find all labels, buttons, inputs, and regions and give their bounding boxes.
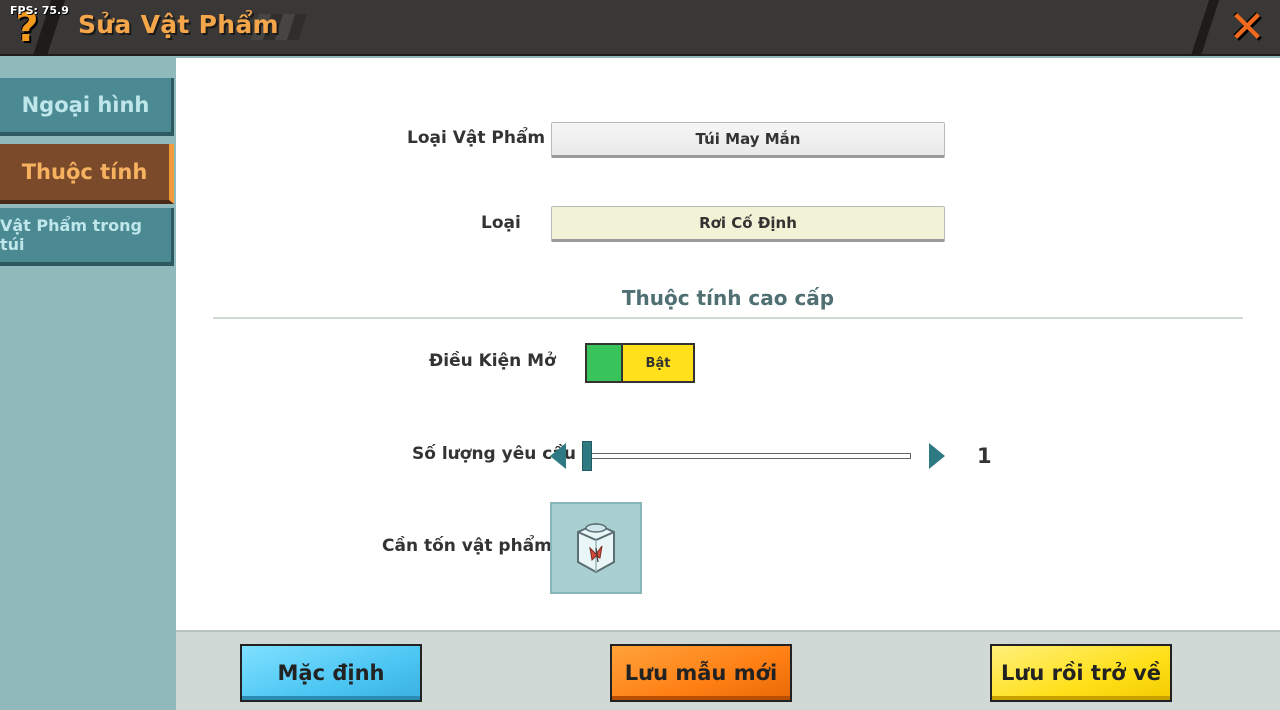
- fps-counter: FPS: 75.9: [10, 4, 69, 17]
- section-divider: [213, 317, 1243, 319]
- type-label: Loại: [481, 213, 521, 233]
- close-icon[interactable]: ✕: [1224, 6, 1270, 50]
- item-type-value: Túi May Mắn: [695, 130, 801, 148]
- increase-arrow-icon[interactable]: [929, 443, 945, 469]
- toggle-on-indicator: [587, 345, 621, 381]
- toggle-on-label: Bật: [645, 355, 671, 371]
- unlock-condition-label: Điều Kiện Mở: [429, 351, 556, 371]
- unlock-condition-toggle[interactable]: Bật: [585, 343, 695, 383]
- main-panel: Loại Vật Phẩm Túi May Mắn Loại Rơi Cố Đị…: [176, 58, 1280, 630]
- tab-label: Ngoại hình: [21, 93, 150, 117]
- header-stripe: [1190, 0, 1220, 56]
- tab-label: Thuộc tính: [21, 160, 148, 184]
- tab-appearance[interactable]: Ngoại hình: [0, 78, 174, 136]
- quantity-slider-handle[interactable]: [582, 441, 592, 471]
- default-button[interactable]: Mặc định: [240, 644, 422, 702]
- save-and-return-button[interactable]: Lưu rồi trở về: [990, 644, 1172, 702]
- page-title: Sửa Vật Phẩm: [78, 10, 279, 39]
- type-select[interactable]: Rơi Cố Định: [551, 206, 945, 242]
- tab-label: Vật Phẩm trong túi: [0, 216, 142, 254]
- save-template-button-label: Lưu mẫu mới: [624, 661, 778, 685]
- section-title-advanced: Thuộc tính cao cấp: [621, 286, 835, 310]
- tab-attributes[interactable]: Thuộc tính: [0, 144, 174, 204]
- glass-jar-butterfly-icon: [577, 522, 615, 574]
- type-value: Rơi Cố Định: [699, 214, 797, 232]
- quantity-slider-track[interactable]: [584, 453, 911, 459]
- item-type-select[interactable]: Túi May Mắn: [551, 122, 945, 158]
- save-template-button[interactable]: Lưu mẫu mới: [610, 644, 792, 702]
- decrease-arrow-icon[interactable]: [550, 443, 566, 469]
- footer-bar: Mặc định Lưu mẫu mới Lưu rồi trở về: [176, 630, 1280, 710]
- save-and-return-button-label: Lưu rồi trở về: [1001, 661, 1161, 685]
- sidebar: Ngoại hình Thuộc tính Vật Phẩm trong túi: [0, 58, 176, 710]
- quantity-value: 1: [977, 444, 992, 468]
- item-type-label: Loại Vật Phẩm: [407, 128, 546, 148]
- tab-items-in-bag[interactable]: Vật Phẩm trong túi: [0, 208, 174, 266]
- required-item-slot[interactable]: [550, 502, 642, 594]
- required-item-label: Cần tốn vật phẩm: [382, 536, 552, 556]
- default-button-label: Mặc định: [277, 661, 385, 685]
- toggle-on-button[interactable]: Bật: [621, 345, 693, 381]
